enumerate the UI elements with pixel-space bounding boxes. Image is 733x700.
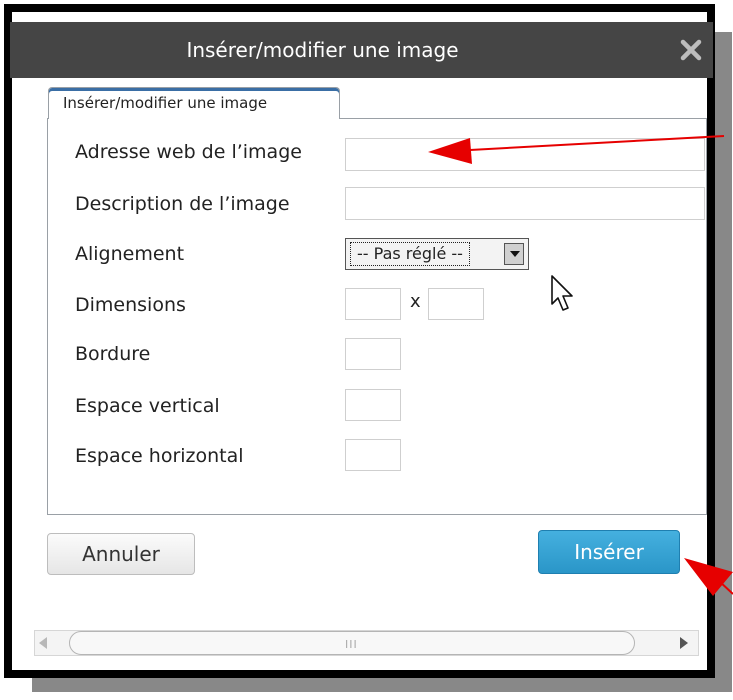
scroll-left-icon[interactable] <box>39 637 47 649</box>
vspace-input[interactable] <box>345 389 401 421</box>
insert-button[interactable]: Insérer <box>538 530 680 574</box>
horizontal-scrollbar[interactable]: III <box>34 630 699 656</box>
scrollbar-grip: III <box>345 638 358 651</box>
hspace-label: Espace horizontal <box>75 445 244 467</box>
alignment-selected-value: -- Pas réglé -- <box>350 242 470 266</box>
hspace-input[interactable] <box>345 439 401 471</box>
close-icon[interactable] <box>675 34 707 66</box>
vspace-label: Espace vertical <box>75 395 220 417</box>
chevron-down-icon[interactable] <box>504 243 524 265</box>
tab-image-general[interactable]: Insérer/modifier une image <box>48 87 340 119</box>
dialog-title: Insérer/modifier une image <box>186 38 459 62</box>
description-input[interactable] <box>345 187 705 220</box>
cancel-button[interactable]: Annuler <box>47 533 195 575</box>
dimensions-label: Dimensions <box>75 294 186 316</box>
description-label: Description de l’image <box>75 193 290 215</box>
width-input[interactable] <box>345 288 401 320</box>
alignment-label: Alignement <box>75 243 185 265</box>
scrollbar-thumb[interactable]: III <box>69 631 635 655</box>
image-url-label: Adresse web de l’image <box>75 141 302 163</box>
dialog-titlebar: Insérer/modifier une image <box>10 22 713 78</box>
height-input[interactable] <box>428 288 484 320</box>
alignment-select[interactable]: -- Pas réglé -- <box>345 238 529 270</box>
scroll-right-icon[interactable] <box>680 637 688 649</box>
dimensions-separator: x <box>410 291 421 312</box>
border-input[interactable] <box>345 338 401 370</box>
image-url-input[interactable] <box>345 138 705 171</box>
border-label: Bordure <box>75 343 151 365</box>
